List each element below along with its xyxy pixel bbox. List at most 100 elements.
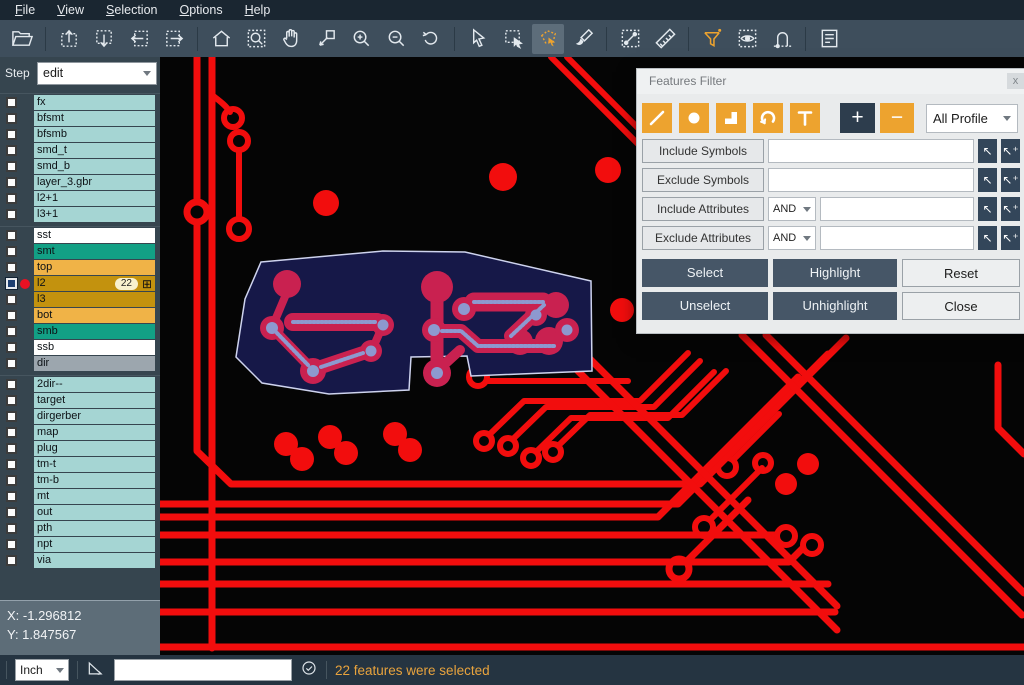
- layer-visibility-checkbox[interactable]: [6, 278, 17, 289]
- layer-row-map[interactable]: map: [0, 425, 160, 440]
- layer-name[interactable]: plug: [34, 441, 155, 456]
- profile-dropdown[interactable]: All Profile: [926, 104, 1018, 133]
- menu-help[interactable]: Help: [234, 1, 282, 19]
- layer-visibility-checkbox[interactable]: [6, 379, 17, 390]
- pick-from-canvas-button[interactable]: ↖: [978, 139, 997, 163]
- layer-name[interactable]: ssb: [34, 340, 155, 355]
- exclude-attributes-input[interactable]: [820, 226, 974, 250]
- unhighlight-button[interactable]: Unhighlight: [773, 292, 897, 320]
- pan-right-icon[interactable]: [158, 24, 190, 54]
- layer-visibility-checkbox[interactable]: [6, 294, 17, 305]
- arc-features-button[interactable]: [753, 103, 783, 133]
- operator-dropdown[interactable]: AND: [768, 197, 816, 221]
- pick-add-from-canvas-button[interactable]: ↖⁺: [1001, 197, 1020, 221]
- layer-visibility-checkbox[interactable]: [6, 395, 17, 406]
- layer-row-npt[interactable]: npt: [0, 537, 160, 552]
- layer-row-dir[interactable]: dir: [0, 356, 160, 371]
- layer-name[interactable]: bot: [34, 308, 155, 323]
- layer-visibility-checkbox[interactable]: [6, 358, 17, 369]
- layer-visibility-checkbox[interactable]: [6, 342, 17, 353]
- layer-row-dirgerber[interactable]: dirgerber: [0, 409, 160, 424]
- select-button[interactable]: Select: [642, 259, 768, 287]
- zoom-previous-icon[interactable]: [415, 24, 447, 54]
- include-attributes-input[interactable]: [820, 197, 974, 221]
- refresh-icon[interactable]: [300, 659, 318, 682]
- layer-name[interactable]: pth: [34, 521, 155, 536]
- layer-visibility-checkbox[interactable]: [6, 491, 17, 502]
- text-features-button[interactable]: [790, 103, 820, 133]
- exclude-symbols-input[interactable]: [768, 168, 974, 192]
- layer-row-l3[interactable]: l3: [0, 292, 160, 307]
- layer-row-bfsmt[interactable]: bfsmt: [0, 111, 160, 126]
- layer-row-tm-t[interactable]: tm-t: [0, 457, 160, 472]
- layer-row-out[interactable]: out: [0, 505, 160, 520]
- grid-icon[interactable]: ⊞: [142, 278, 152, 290]
- measure-corner-icon[interactable]: [86, 658, 106, 683]
- step-dropdown[interactable]: edit: [37, 62, 157, 85]
- layer-name[interactable]: 2dir--: [34, 377, 155, 392]
- layer-visibility-checkbox[interactable]: [6, 97, 17, 108]
- layer-visibility-checkbox[interactable]: [6, 193, 17, 204]
- layer-name[interactable]: l2+1: [34, 191, 155, 206]
- exclude-attributes-button[interactable]: Exclude Attributes: [642, 226, 764, 250]
- layer-row-2dir[interactable]: 2dir--: [0, 377, 160, 392]
- layer-visibility-checkbox[interactable]: [6, 113, 17, 124]
- pan-hand-icon[interactable]: [275, 24, 307, 54]
- layer-row-pth[interactable]: pth: [0, 521, 160, 536]
- layer-row-smd-t[interactable]: smd_t: [0, 143, 160, 158]
- layer-name[interactable]: layer_3.gbr: [34, 175, 155, 190]
- layer-name[interactable]: smd_t: [34, 143, 155, 158]
- zoom-selection-icon[interactable]: [310, 24, 342, 54]
- measure-distance-icon[interactable]: [614, 24, 646, 54]
- report-icon[interactable]: [813, 24, 845, 54]
- layer-visibility-checkbox[interactable]: [6, 246, 17, 257]
- layer-row-bot[interactable]: bot: [0, 308, 160, 323]
- operator-dropdown[interactable]: AND: [768, 226, 816, 250]
- layer-name[interactable]: sst: [34, 228, 155, 243]
- layer-row-via[interactable]: via: [0, 553, 160, 568]
- surface-features-button[interactable]: [716, 103, 746, 133]
- snap-icon[interactable]: [766, 24, 798, 54]
- layer-name[interactable]: smd_b: [34, 159, 155, 174]
- brush-icon[interactable]: [567, 24, 599, 54]
- layer-name[interactable]: via: [34, 553, 155, 568]
- zoom-out-icon[interactable]: [380, 24, 412, 54]
- exclude-symbols-button[interactable]: Exclude Symbols: [642, 168, 764, 192]
- open-folder-icon[interactable]: [6, 24, 38, 54]
- zoom-window-icon[interactable]: [240, 24, 272, 54]
- layer-name[interactable]: smb: [34, 324, 155, 339]
- layer-visibility-checkbox[interactable]: [6, 411, 17, 422]
- add-filter-button[interactable]: +: [840, 103, 875, 133]
- layer-visibility-checkbox[interactable]: [6, 459, 17, 470]
- layer-name[interactable]: dirgerber: [34, 409, 155, 424]
- layer-name[interactable]: fx: [34, 95, 155, 110]
- layer-visibility-checkbox[interactable]: [6, 427, 17, 438]
- pan-up-icon[interactable]: [53, 24, 85, 54]
- layer-name[interactable]: tm-t: [34, 457, 155, 472]
- layer-visibility-checkbox[interactable]: [6, 555, 17, 566]
- layer-row-l3-1[interactable]: l3+1: [0, 207, 160, 222]
- highlight-button[interactable]: Highlight: [773, 259, 897, 287]
- unselect-button[interactable]: Unselect: [642, 292, 768, 320]
- layer-row-sst[interactable]: sst: [0, 228, 160, 243]
- layer-row-bfsmb[interactable]: bfsmb: [0, 127, 160, 142]
- select-arrow-icon[interactable]: [462, 24, 494, 54]
- layer-visibility-checkbox[interactable]: [6, 326, 17, 337]
- layer-visibility-checkbox[interactable]: [6, 310, 17, 321]
- layer-row-l2[interactable]: l222⊞: [0, 276, 160, 291]
- pick-add-from-canvas-button[interactable]: ↖⁺: [1001, 168, 1020, 192]
- include-symbols-button[interactable]: Include Symbols: [642, 139, 764, 163]
- zoom-in-icon[interactable]: [345, 24, 377, 54]
- layer-name[interactable]: npt: [34, 537, 155, 552]
- layer-row-tm-b[interactable]: tm-b: [0, 473, 160, 488]
- layer-row-mt[interactable]: mt: [0, 489, 160, 504]
- layer-row-top[interactable]: top: [0, 260, 160, 275]
- rectangle-select-icon[interactable]: [497, 24, 529, 54]
- pick-from-canvas-button[interactable]: ↖: [978, 197, 997, 221]
- menu-file[interactable]: File: [4, 1, 46, 19]
- pan-left-icon[interactable]: [123, 24, 155, 54]
- layer-name[interactable]: smt: [34, 244, 155, 259]
- layer-visibility-checkbox[interactable]: [6, 145, 17, 156]
- line-features-button[interactable]: [642, 103, 672, 133]
- include-attributes-button[interactable]: Include Attributes: [642, 197, 764, 221]
